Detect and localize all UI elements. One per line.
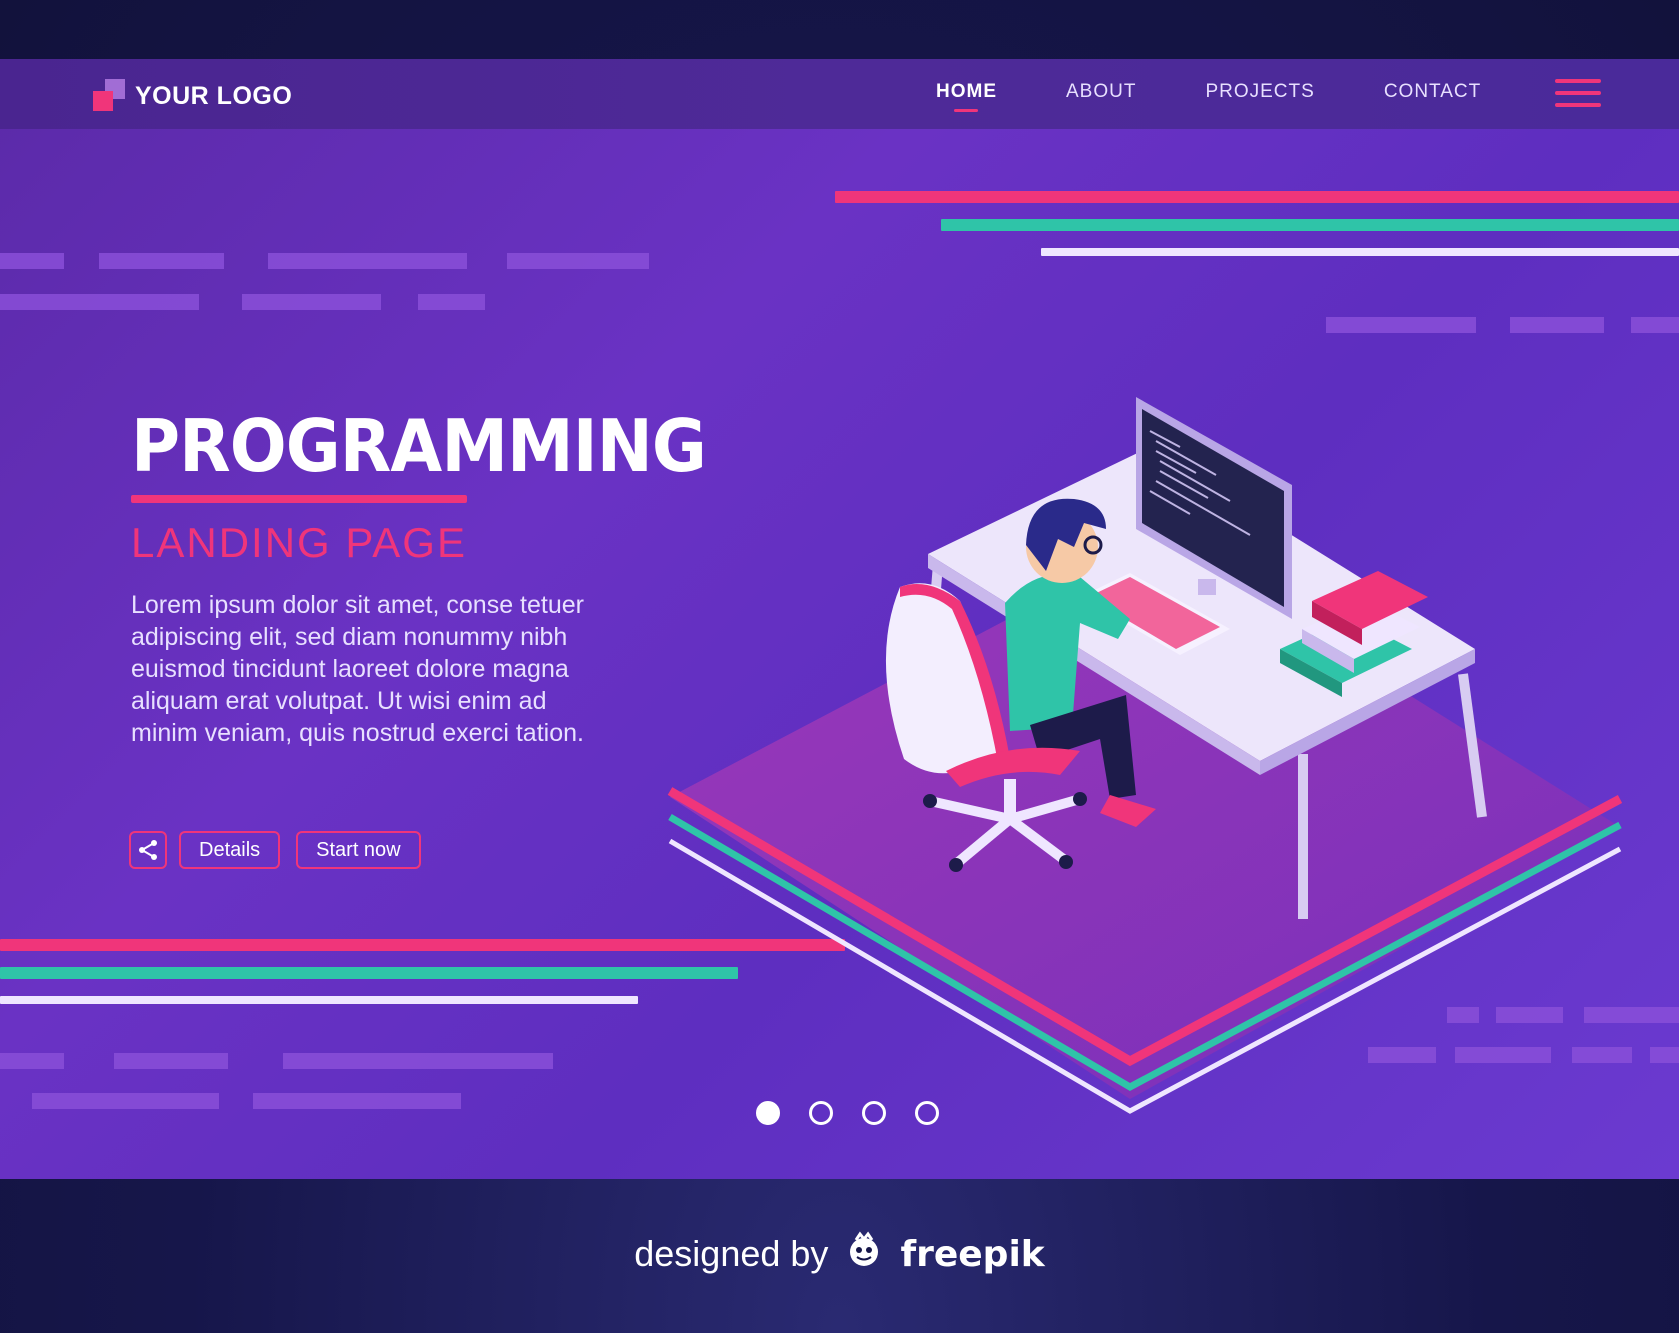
logo-text: YOUR LOGO	[135, 81, 293, 110]
credit-brand: freepik	[900, 1234, 1045, 1275]
credit-prefix: designed by	[634, 1233, 829, 1274]
decor-stripe-white-top	[1041, 248, 1679, 256]
decor-stripe-teal-bottom	[0, 967, 738, 979]
decor-dash	[1631, 317, 1679, 333]
hero-title: PROGRAMMING	[131, 404, 707, 488]
decor-dash	[114, 1053, 228, 1069]
decor-dash	[253, 1093, 461, 1109]
decor-dash	[418, 294, 485, 310]
hero-subtitle: LANDING PAGE	[131, 519, 467, 566]
nav-item-projects[interactable]: PROJECTS	[1205, 81, 1314, 103]
start-now-button[interactable]: Start now	[296, 831, 421, 869]
programmer-desk-illustration	[667, 397, 1623, 1114]
hero-actions: Details Start now	[129, 831, 437, 869]
top-navbar: YOUR LOGO HOME ABOUT PROJECTS CONTACT	[0, 59, 1679, 129]
decor-dash	[0, 294, 199, 310]
hamburger-icon[interactable]	[1555, 79, 1601, 111]
carousel-dot-2[interactable]	[809, 1101, 833, 1125]
carousel-dots	[756, 1101, 968, 1125]
hero-body-text: Lorem ipsum dolor sit amet, conse tetuer…	[131, 591, 584, 747]
designer-credit: designed by freepik	[0, 1230, 1679, 1275]
nav-item-home[interactable]: HOME	[936, 81, 997, 112]
decor-dash	[268, 253, 467, 269]
logo-mark-icon	[93, 79, 127, 113]
carousel-dot-3[interactable]	[862, 1101, 886, 1125]
decor-dash	[0, 253, 64, 269]
decor-dash	[1326, 317, 1476, 333]
decor-dash	[99, 253, 224, 269]
decor-dash	[1650, 1047, 1679, 1063]
nav-item-contact[interactable]: CONTACT	[1384, 81, 1481, 103]
decor-dash	[507, 253, 649, 269]
main-nav: HOME ABOUT PROJECTS CONTACT	[936, 81, 1550, 112]
details-button[interactable]: Details	[179, 831, 281, 869]
decor-dash	[0, 1053, 64, 1069]
share-button[interactable]	[129, 831, 167, 869]
carousel-dot-1[interactable]	[756, 1101, 780, 1125]
decor-dash	[283, 1053, 553, 1069]
landing-page-frame: YOUR LOGO HOME ABOUT PROJECTS CONTACT PR…	[0, 59, 1679, 1179]
decor-dash	[242, 294, 381, 310]
decor-stripe-pink-top	[835, 191, 1679, 203]
nav-item-about[interactable]: ABOUT	[1066, 81, 1136, 103]
decor-dash	[1510, 317, 1604, 333]
decor-stripe-teal-top	[941, 219, 1679, 231]
decor-stripe-white-bottom	[0, 996, 638, 1004]
carousel-dot-4[interactable]	[915, 1101, 939, 1125]
share-icon	[139, 840, 157, 860]
title-underline	[131, 495, 467, 503]
logo[interactable]: YOUR LOGO	[93, 79, 292, 113]
decor-dash	[32, 1093, 219, 1109]
freepik-logo-icon	[850, 1231, 879, 1266]
